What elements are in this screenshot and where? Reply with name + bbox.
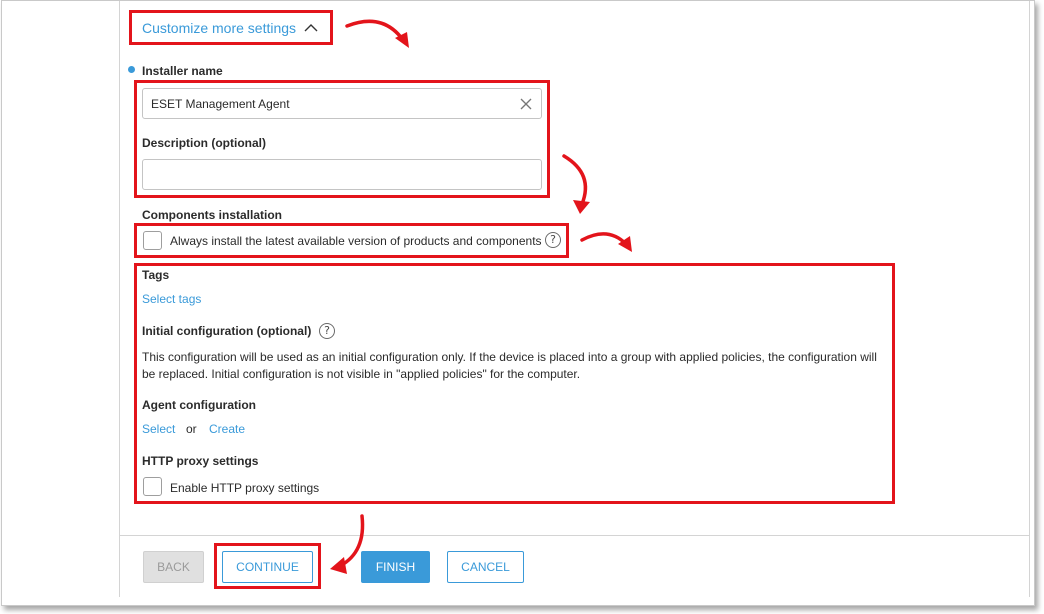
installer-name-label: Installer name — [142, 64, 223, 78]
curved-arrow-icon — [562, 154, 590, 214]
installer-name-input[interactable] — [142, 88, 542, 119]
question-circle-icon[interactable]: ? — [319, 323, 335, 339]
agent-configuration-label: Agent configuration — [142, 398, 256, 412]
customize-settings-label: Customize more settings — [142, 20, 297, 36]
components-installation-label: Components installation — [142, 208, 283, 222]
continue-button[interactable]: CONTINUE — [222, 551, 313, 583]
curved-arrow-icon — [345, 19, 409, 48]
tags-label: Tags — [142, 268, 170, 282]
initial-configuration-label: Initial configuration (optional) — [142, 324, 312, 338]
curved-arrow-icon — [330, 514, 365, 574]
enable-proxy-checkbox[interactable] — [143, 477, 162, 496]
create-configuration-link[interactable]: Create — [209, 422, 245, 436]
required-dot — [128, 66, 135, 73]
description-label: Description (optional) — [142, 136, 266, 150]
initial-configuration-description-line-1: This configuration will be used as an in… — [142, 350, 877, 364]
curved-arrow-icon — [580, 232, 632, 252]
always-install-label: Always install the latest available vers… — [170, 234, 542, 248]
http-proxy-label: HTTP proxy settings — [142, 454, 259, 468]
chevron-up-icon — [304, 24, 318, 32]
or-separator: or — [186, 422, 197, 436]
description-input[interactable] — [142, 159, 542, 190]
always-install-checkbox[interactable] — [143, 231, 162, 250]
select-configuration-link[interactable]: Select — [142, 422, 175, 436]
enable-proxy-label: Enable HTTP proxy settings — [170, 481, 320, 495]
initial-configuration-description-line-2: be replaced. Initial configuration is no… — [142, 367, 581, 381]
customize-settings-toggle[interactable]: Customize more settings — [142, 19, 318, 37]
left-divider — [119, 1, 120, 597]
close-icon[interactable] — [519, 97, 533, 111]
back-button[interactable]: BACK — [143, 551, 204, 583]
footer-divider — [120, 535, 1029, 536]
right-divider — [1029, 1, 1030, 597]
question-circle-icon[interactable]: ? — [545, 232, 561, 248]
cancel-button[interactable]: CANCEL — [447, 551, 524, 583]
select-tags-link[interactable]: Select tags — [142, 292, 201, 306]
